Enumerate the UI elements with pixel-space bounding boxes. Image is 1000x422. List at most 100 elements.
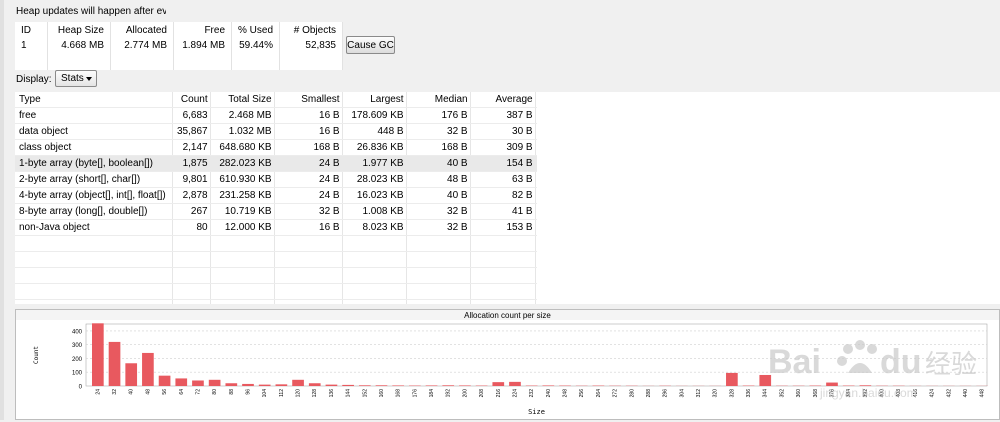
cell-type: class object <box>15 140 173 156</box>
summary-col-allocated[interactable]: Allocated <box>111 22 174 38</box>
x-tick-label: 208 <box>479 389 485 398</box>
cell-type: 8-byte array (long[], double[]) <box>15 204 173 220</box>
cell-largest: 178.609 KB <box>344 108 408 124</box>
summary-col-heap-size[interactable]: Heap Size <box>48 22 111 38</box>
x-tick-label: 176 <box>412 389 418 398</box>
stats-table: Type Count Total Size Smallest Largest M… <box>15 92 537 300</box>
x-tick-label: 328 <box>729 389 735 398</box>
summary-col-id[interactable]: ID <box>15 22 48 38</box>
table-row[interactable]: 2-byte array (short[], char[])9,801610.9… <box>15 172 537 188</box>
x-tick-label: 80 <box>212 389 218 395</box>
cell-total-size: 231.258 KB <box>212 188 276 204</box>
cell-smallest: 168 B <box>276 140 344 156</box>
cell-largest: 8.023 KB <box>344 220 408 236</box>
bar <box>426 385 438 386</box>
cell-median: 32 B <box>408 220 472 236</box>
bar <box>442 385 454 386</box>
x-tick-label: 32 <box>112 389 118 395</box>
bar <box>342 385 354 386</box>
table-row[interactable]: non-Java object8012.000 KB16 B8.023 KB32… <box>15 220 537 236</box>
cell-median: 40 B <box>408 188 472 204</box>
left-edge-strip <box>0 0 4 420</box>
table-row[interactable]: 1-byte array (byte[], boolean[])1,875282… <box>15 156 537 172</box>
y-tick-label: 100 <box>72 371 83 377</box>
bar <box>92 323 104 386</box>
empty-row <box>15 268 537 284</box>
x-tick-label: 200 <box>462 389 468 398</box>
x-tick-label: 184 <box>429 389 435 398</box>
cell-type: 1-byte array (byte[], boolean[]) <box>15 156 173 172</box>
summary-col-objects[interactable]: # Objects <box>280 22 343 38</box>
table-row[interactable]: class object2,147648.680 KB168 B26.836 K… <box>15 140 537 156</box>
summary-header-row: ID Heap Size Allocated Free % Used # Obj… <box>15 22 343 38</box>
heap-update-notice: Heap updates will happen after eve <box>16 6 166 17</box>
chart-title: Allocation count per size <box>464 311 551 320</box>
x-tick-label: 336 <box>746 389 752 398</box>
bar <box>276 384 288 386</box>
x-tick-label: 24 <box>95 389 101 395</box>
bar <box>292 380 304 386</box>
col-median[interactable]: Median <box>408 92 472 108</box>
x-tick-label: 88 <box>229 389 235 395</box>
table-row[interactable]: 4-byte array (object[], int[], float[]) 2… <box>15 188 537 204</box>
bar <box>309 383 321 386</box>
table-row[interactable]: free6,6832.468 MB16 B178.609 KB176 B387 … <box>15 108 537 124</box>
y-tick-label: 400 <box>72 329 83 335</box>
cell-average: 153 B <box>472 220 537 236</box>
cell-largest: 26.836 KB <box>344 140 408 156</box>
summary-col-used[interactable]: % Used <box>232 22 280 38</box>
cell-average: 82 B <box>472 188 537 204</box>
cell-smallest: 32 B <box>276 204 344 220</box>
bar <box>142 353 154 386</box>
empty-row <box>15 284 537 300</box>
cause-gc-button[interactable]: Cause GC <box>346 36 395 54</box>
display-selected-value: Stats <box>61 73 84 84</box>
x-tick-label: 304 <box>679 389 685 398</box>
display-dropdown[interactable]: Stats <box>55 70 97 87</box>
cell-count: 2,147 <box>173 140 212 156</box>
x-tick-label: 56 <box>162 389 168 395</box>
bar <box>259 385 271 386</box>
cell-largest: 28.023 KB <box>344 172 408 188</box>
cell-type: 4-byte array (object[], int[], float[]) <box>15 188 173 204</box>
svg-text:du: du <box>880 343 922 381</box>
dropdown-arrow-icon <box>86 77 92 81</box>
cell-count: 80 <box>173 220 212 236</box>
cell-count: 267 <box>173 204 212 220</box>
x-tick-label: 288 <box>646 389 652 398</box>
bar <box>376 385 388 386</box>
cell-median: 168 B <box>408 140 472 156</box>
bar <box>543 385 555 386</box>
col-smallest[interactable]: Smallest <box>276 92 344 108</box>
table-row[interactable]: data object35,8671.032 MB16 B448 B32 B30… <box>15 124 537 140</box>
bar <box>109 342 121 386</box>
display-label: Display: <box>16 74 52 85</box>
x-tick-label: 168 <box>396 389 402 398</box>
x-tick-label: 112 <box>279 389 285 397</box>
cell-smallest: 16 B <box>276 124 344 140</box>
cell-total-size: 1.032 MB <box>212 124 276 140</box>
summary-used: 59.44% <box>232 38 280 70</box>
cell-average: 154 B <box>472 156 537 172</box>
cell-average: 63 B <box>472 172 537 188</box>
bar <box>326 385 338 386</box>
y-tick-label: 0 <box>79 385 83 391</box>
summary-allocated: 2.774 MB <box>111 38 174 70</box>
summary-data-row[interactable]: 1 4.668 MB 2.774 MB 1.894 MB 59.44% 52,8… <box>15 38 343 70</box>
x-tick-label: 248 <box>563 389 569 398</box>
col-largest[interactable]: Largest <box>344 92 408 108</box>
bar <box>392 385 404 386</box>
cell-total-size: 2.468 MB <box>212 108 276 124</box>
bar <box>209 380 221 386</box>
x-tick-label: 144 <box>346 389 352 398</box>
summary-col-free[interactable]: Free <box>174 22 232 38</box>
bar <box>459 385 471 386</box>
col-total-size[interactable]: Total Size <box>212 92 276 108</box>
cell-median: 32 B <box>408 204 472 220</box>
svg-text:Bai: Bai <box>768 343 821 381</box>
table-row[interactable]: 8-byte array (long[], double[])26710.719… <box>15 204 537 220</box>
col-type[interactable]: Type <box>15 92 173 108</box>
col-count[interactable]: Count <box>173 92 212 108</box>
cell-type: data object <box>15 124 173 140</box>
col-average[interactable]: Average <box>472 92 537 108</box>
